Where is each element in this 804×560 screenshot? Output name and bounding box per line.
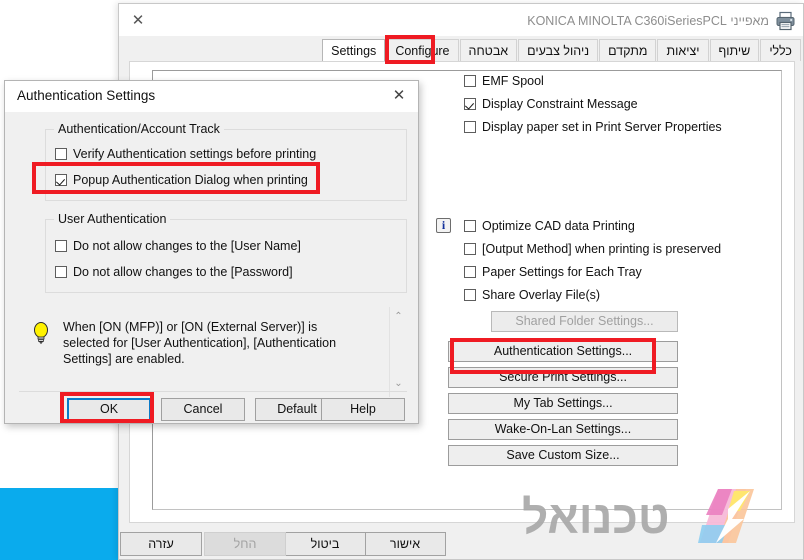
checkbox-label: Share Overlay File(s) <box>482 288 601 302</box>
save-custom-size-button[interactable]: Save Custom Size... <box>448 445 678 466</box>
checkbox-box[interactable] <box>464 289 476 301</box>
checkbox-display-paper-set[interactable]: Display paper set in Print Server Proper… <box>464 120 722 134</box>
tab-security[interactable]: אבטחה <box>459 39 518 61</box>
lightbulb-icon <box>31 321 51 345</box>
tab-ports[interactable]: יציאות <box>657 39 709 61</box>
dialog-separator <box>19 391 407 392</box>
user-authentication-group: User Authentication <box>45 212 407 293</box>
checkbox-label: Do not allow changes to the [User Name] <box>73 239 301 253</box>
printer-icon <box>775 11 797 31</box>
auth-dialog-close-button[interactable]: ✕ <box>388 86 410 106</box>
checkbox-paper-settings-each-tray[interactable]: Paper Settings for Each Tray <box>464 265 642 279</box>
scroll-down-arrow-icon[interactable]: ⌄ <box>390 377 407 391</box>
checkbox-label: Optimize CAD data Printing <box>482 219 635 233</box>
checkbox-emf-spool[interactable]: EMF Spool <box>464 74 544 88</box>
main-ok-button[interactable]: אישור <box>364 532 446 556</box>
secure-print-settings-button[interactable]: Secure Print Settings... <box>448 367 678 388</box>
auth-cancel-button[interactable]: Cancel <box>161 398 245 421</box>
tab-advanced[interactable]: מתקדם <box>599 39 657 61</box>
checkbox-box[interactable] <box>464 121 476 133</box>
checkbox-box[interactable] <box>55 266 67 278</box>
checkbox-box[interactable] <box>55 174 67 186</box>
checkbox-box[interactable] <box>464 220 476 232</box>
checkbox-share-overlay-files[interactable]: Share Overlay File(s) <box>464 288 600 302</box>
tab-strip: כללי שיתוף יציאות מתקדם ניהול צבעים אבטח… <box>119 37 803 62</box>
checkbox-output-method-preserved[interactable]: [Output Method] when printing is preserv… <box>464 242 721 256</box>
tab-color-management[interactable]: ניהול צבעים <box>518 39 599 61</box>
checkbox-label: EMF Spool <box>482 74 544 88</box>
checkbox-label: [Output Method] when printing is preserv… <box>482 242 722 256</box>
checkbox-box[interactable] <box>55 240 67 252</box>
checkbox-label: Display paper set in Print Server Proper… <box>482 120 722 134</box>
checkbox-popup-authentication-dialog[interactable]: Popup Authentication Dialog when printin… <box>55 173 308 187</box>
main-apply-button: החל <box>204 532 286 556</box>
auth-ok-button[interactable]: OK <box>67 398 151 421</box>
wake-on-lan-settings-button[interactable]: Wake-On-Lan Settings... <box>448 419 678 440</box>
auth-dialog-titlebar: Authentication Settings ✕ <box>5 81 418 112</box>
shared-folder-settings-button: Shared Folder Settings... <box>491 311 678 332</box>
checkbox-label: Paper Settings for Each Tray <box>482 265 642 279</box>
tab-configure[interactable]: Configure <box>386 39 459 61</box>
main-help-button[interactable]: עזרה <box>120 532 202 556</box>
checkbox-label: Do not allow changes to the [Password] <box>73 265 293 279</box>
group-legend: User Authentication <box>54 212 171 226</box>
tip-scrollbar[interactable]: ⌃ ⌄ <box>389 307 407 397</box>
window-title: מאפייני KONICA MINOLTA C360iSeriesPCL <box>527 14 769 28</box>
tip-box: When [ON (MFP)] or [ON (External Server)… <box>19 307 407 397</box>
screen-root: מאפיינים ✕ מאפייני KONICA MINOLTA C360iS… <box>0 0 804 560</box>
tab-settings[interactable]: Settings <box>322 39 386 61</box>
checkbox-box[interactable] <box>464 266 476 278</box>
authentication-settings-button[interactable]: Authentication Settings... <box>448 341 678 362</box>
tab-sharing[interactable]: שיתוף <box>709 39 760 61</box>
info-icon-glyph: i <box>441 218 446 232</box>
checkbox-optimize-cad[interactable]: Optimize CAD data Printing <box>464 219 635 233</box>
scroll-up-arrow-icon[interactable]: ⌃ <box>390 310 407 324</box>
auth-help-button[interactable]: Help <box>321 398 405 421</box>
checkbox-box[interactable] <box>464 243 476 255</box>
checkbox-disallow-username-changes[interactable]: Do not allow changes to the [User Name] <box>55 239 301 253</box>
checkbox-box[interactable] <box>464 75 476 87</box>
tab-list: כללי שיתוף יציאות מתקדם ניהול צבעים אבטח… <box>321 39 801 61</box>
authentication-settings-dialog: Authentication Settings ✕ Authentication… <box>4 80 419 424</box>
tab-general[interactable]: כללי <box>760 39 801 61</box>
auth-dialog-title: Authentication Settings <box>17 88 156 103</box>
checkbox-verify-authentication-before-printing[interactable]: Verify Authentication settings before pr… <box>55 147 316 161</box>
checkbox-display-constraint-message[interactable]: Display Constraint Message <box>464 97 638 111</box>
info-icon[interactable]: i <box>436 218 451 233</box>
tip-text: When [ON (MFP)] or [ON (External Server)… <box>63 320 337 366</box>
checkbox-label: Display Constraint Message <box>482 97 638 111</box>
my-tab-settings-button[interactable]: My Tab Settings... <box>448 393 678 414</box>
authentication-account-track-group: Authentication/Account Track <box>45 122 407 201</box>
group-legend: Authentication/Account Track <box>54 122 224 136</box>
checkbox-box[interactable] <box>464 98 476 110</box>
checkbox-box[interactable] <box>55 148 67 160</box>
checkbox-label: Verify Authentication settings before pr… <box>73 147 317 161</box>
window-close-button[interactable]: ✕ <box>127 11 149 31</box>
window-titlebar: ✕ מאפייני KONICA MINOLTA C360iSeriesPCL <box>119 4 803 37</box>
checkbox-disallow-password-changes[interactable]: Do not allow changes to the [Password] <box>55 265 293 279</box>
checkbox-label: Popup Authentication Dialog when printin… <box>73 173 308 187</box>
desktop-blue-tile <box>0 488 118 560</box>
main-cancel-button[interactable]: ביטול <box>284 532 366 556</box>
